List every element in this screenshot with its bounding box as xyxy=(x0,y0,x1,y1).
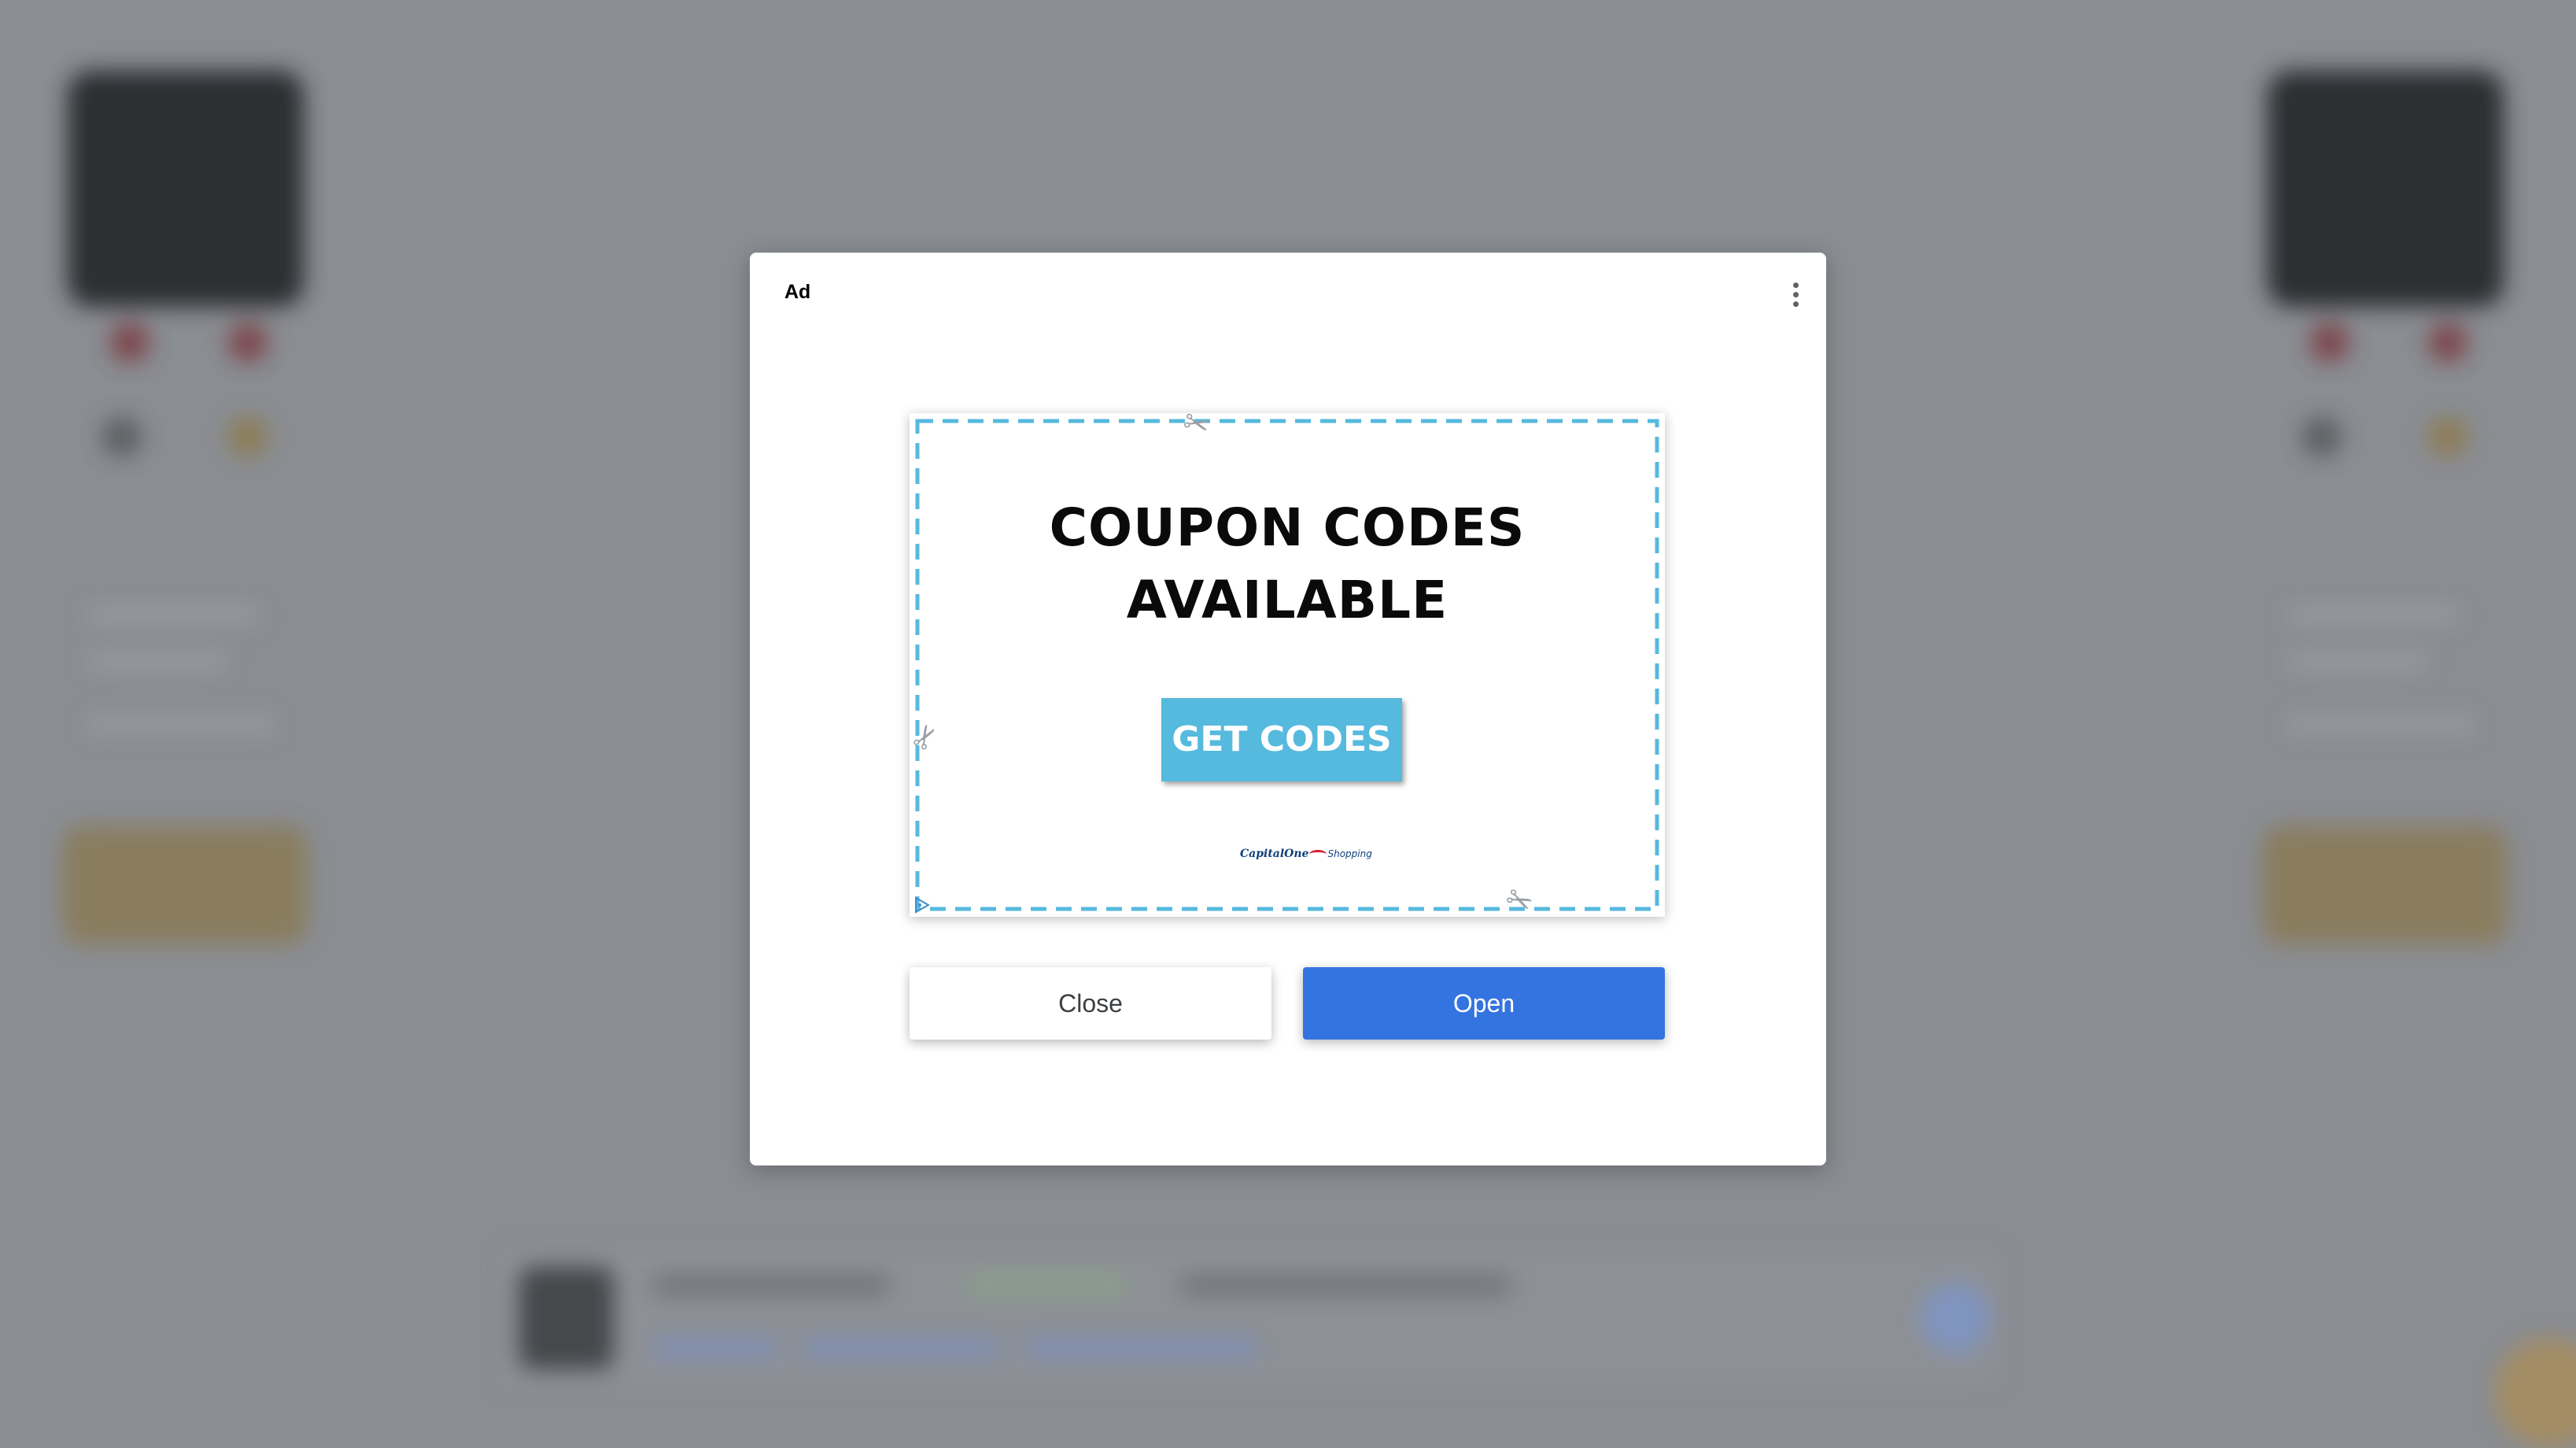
background-text-line xyxy=(87,653,228,670)
background-bottom-bar xyxy=(504,1251,1998,1385)
ad-dialog: Ad ✂ ✂ ✂ COUPON CODES AVAILABLE GET CODE… xyxy=(750,253,1826,1165)
get-codes-button[interactable]: GET CODES xyxy=(1161,698,1402,781)
background-text-line xyxy=(653,1275,889,1295)
background-text-line xyxy=(87,606,260,623)
background-product-card-right xyxy=(2255,71,2515,1015)
ad-creative[interactable]: ✂ ✂ ✂ COUPON CODES AVAILABLE GET CODES C… xyxy=(904,404,1665,922)
background-text-line xyxy=(968,1275,1125,1295)
ad-label: Ad xyxy=(784,281,811,303)
close-button[interactable]: Close xyxy=(910,967,1271,1040)
background-swatch xyxy=(228,417,268,456)
background-corner-widget xyxy=(2494,1338,2576,1448)
coupon-dashed-border xyxy=(915,419,1659,911)
background-text-line xyxy=(1023,1338,1259,1358)
background-swatch xyxy=(102,417,142,456)
background-swatch xyxy=(228,323,268,362)
background-text-line xyxy=(2286,716,2475,733)
more-vert-icon[interactable] xyxy=(1781,276,1812,314)
background-swatch xyxy=(2302,417,2342,456)
background-text-line xyxy=(653,1338,779,1358)
background-swatch xyxy=(110,323,149,362)
brand-sub: Shopping xyxy=(1327,848,1372,859)
background-text-line xyxy=(803,1338,999,1358)
headline-line-2: AVAILABLE xyxy=(1126,570,1449,630)
background-swatch xyxy=(2428,417,2467,456)
background-text-line xyxy=(2286,606,2460,623)
background-text-line xyxy=(1180,1275,1511,1295)
background-text-line xyxy=(87,716,275,733)
open-button[interactable]: Open xyxy=(1303,967,1665,1040)
background-buy-button xyxy=(2263,826,2507,944)
background-text-line xyxy=(2286,653,2428,670)
background-buy-button xyxy=(63,826,307,944)
adchoices-icon[interactable] xyxy=(913,896,931,914)
brand-logo: CapitalOne Shopping xyxy=(1240,848,1372,871)
brand-name: CapitalOne xyxy=(1240,848,1309,860)
background-swatch xyxy=(2310,323,2349,362)
brand-swoosh-icon xyxy=(1309,850,1327,859)
background-product-image xyxy=(68,71,304,307)
background-action-circle xyxy=(1920,1283,1991,1354)
background-avatar xyxy=(519,1267,614,1369)
headline-line-1: COUPON CODES xyxy=(1049,497,1526,558)
background-product-card-left xyxy=(55,71,315,1015)
background-product-image xyxy=(2268,71,2504,307)
background-swatch xyxy=(2428,323,2467,362)
